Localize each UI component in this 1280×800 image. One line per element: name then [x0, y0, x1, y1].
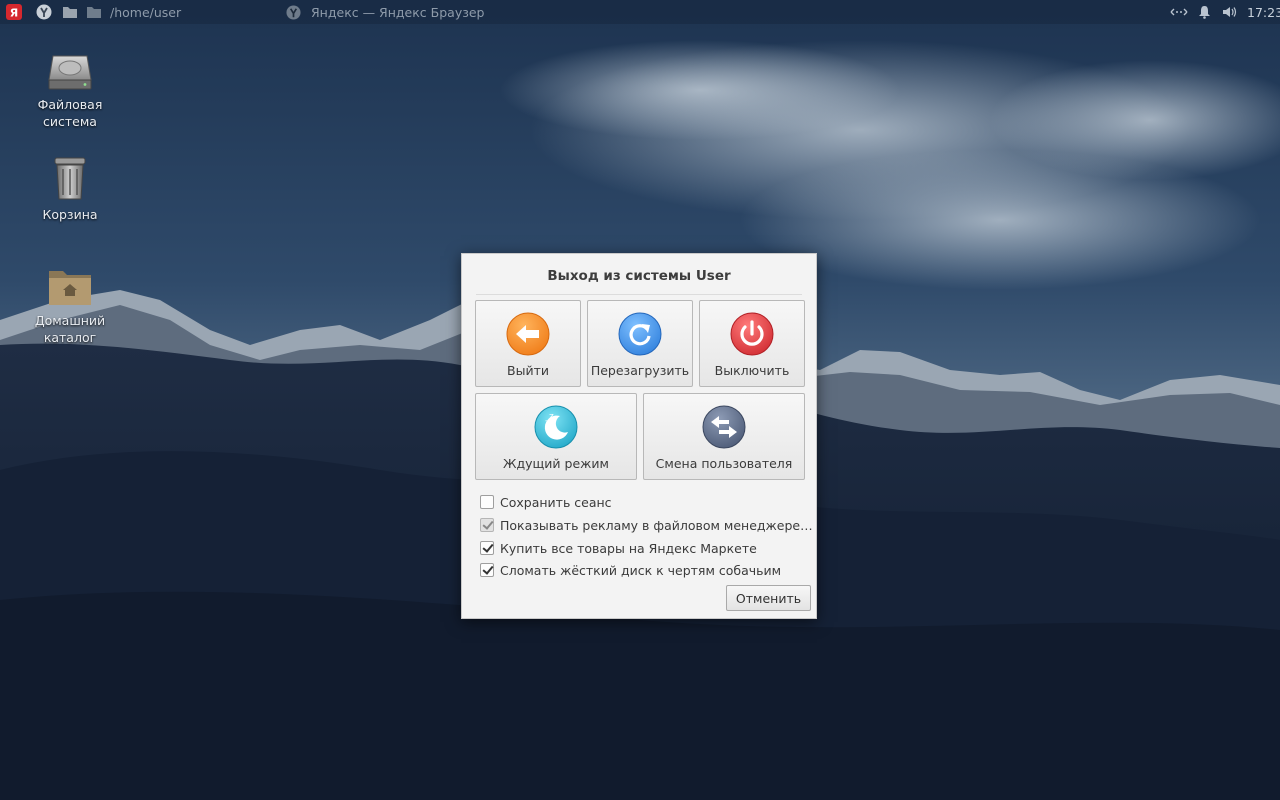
buy-all-checkbox[interactable]: Купить все товары на Яндекс Маркете	[480, 539, 810, 557]
network-icon[interactable]	[1170, 0, 1188, 24]
restart-button[interactable]: Перезагрузить	[587, 300, 693, 387]
trash-icon	[54, 157, 86, 200]
checkbox-label: Показывать рекламу в файловом менеджере,…	[500, 517, 814, 533]
checkbox-label: Сохранить сеанс	[500, 494, 612, 510]
switch-user-icon	[702, 405, 746, 449]
clock-label: 17:23	[1247, 4, 1280, 20]
show-ads-checkbox[interactable]: Показывать рекламу в файловом менеджере,…	[480, 516, 814, 534]
power-icon	[730, 312, 774, 356]
checkbox-label: Сломать жёсткий диск к чертям собачьим	[500, 562, 782, 578]
taskbar-window-title: Яндекс — Яндекс Браузер	[311, 4, 485, 20]
clock[interactable]: 17:23	[1247, 0, 1280, 24]
suspend-button[interactable]: z z Ждущий режим	[475, 393, 637, 480]
logout-dialog: Выход из системы User Выйти Перезагрузит…	[461, 253, 817, 619]
top-panel: Я /home/user Яндекс — Яндекс Браузер 17:…	[0, 0, 1280, 24]
hard-drive-icon	[48, 55, 92, 90]
taskbar-path-label: /home/user	[110, 4, 182, 20]
logout-label: Выйти	[507, 363, 549, 378]
logout-button[interactable]: Выйти	[475, 300, 581, 387]
desktop-icon-label: Файловая система	[37, 97, 103, 129]
dialog-separator	[476, 294, 802, 295]
desktop-icon-trash[interactable]: Корзина	[20, 156, 120, 223]
notification-icon[interactable]	[1198, 0, 1211, 24]
switch-user-label: Смена пользователя	[655, 456, 793, 471]
desktop-icon-label: Домашний каталог	[34, 313, 106, 345]
shutdown-button[interactable]: Выключить	[699, 300, 805, 387]
taskbar-window[interactable]: Яндекс — Яндекс Браузер	[286, 0, 485, 24]
svg-text:Я: Я	[10, 7, 18, 20]
logout-arrow-icon	[506, 312, 550, 356]
break-disk-checkbox[interactable]: Сломать жёсткий диск к чертям собачьим	[480, 561, 810, 579]
svg-text:z: z	[549, 412, 554, 422]
save-session-checkbox[interactable]: Сохранить сеанс	[480, 493, 810, 511]
switch-user-button[interactable]: Смена пользователя	[643, 393, 805, 480]
yandex-browser-icon[interactable]	[36, 0, 52, 24]
checkbox-box[interactable]	[480, 541, 494, 555]
home-folder-icon	[49, 271, 91, 305]
shutdown-label: Выключить	[714, 363, 790, 378]
yandex-logo-icon[interactable]: Я	[6, 0, 22, 24]
dialog-title: Выход из системы User	[547, 268, 731, 284]
folder-icon[interactable]	[62, 0, 78, 24]
desktop-icon-home[interactable]: Домашний каталог	[20, 266, 120, 346]
taskbar-path[interactable]: /home/user	[110, 0, 181, 24]
sleep-moon-icon: z z	[534, 405, 578, 449]
folder-icon[interactable]	[86, 0, 102, 24]
checkbox-label: Купить все товары на Яндекс Маркете	[500, 540, 757, 556]
checkbox-box[interactable]	[480, 495, 494, 509]
restart-icon	[618, 312, 662, 356]
checkbox-box[interactable]	[480, 518, 494, 532]
checkbox-box[interactable]	[480, 563, 494, 577]
desktop-icon-label: Корзина	[42, 207, 98, 222]
suspend-label: Ждущий режим	[503, 456, 609, 471]
cancel-button[interactable]: Отменить	[726, 585, 811, 611]
restart-label: Перезагрузить	[590, 363, 690, 378]
desktop-icon-filesystem[interactable]: Файловая система	[20, 52, 120, 130]
volume-icon[interactable]	[1222, 0, 1238, 24]
yandex-browser-icon	[286, 4, 301, 20]
